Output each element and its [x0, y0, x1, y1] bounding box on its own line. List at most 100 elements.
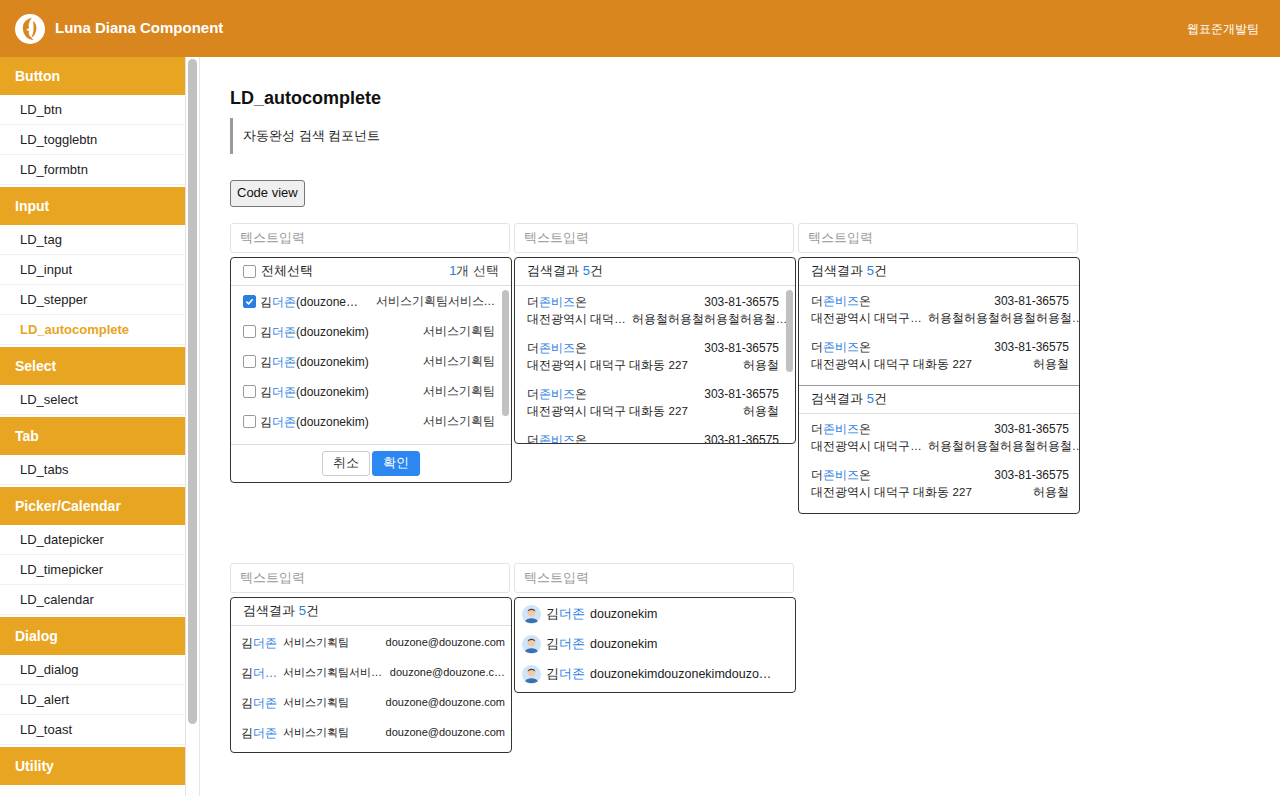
company-item[interactable]: 더존비즈온303-81-36575대전광역시 대덕구 대화동 227허용철: [527, 386, 779, 432]
text-segment: 검색결과: [811, 261, 867, 281]
text-segment: 1: [449, 263, 456, 278]
team-label: 웹표준개발팀: [1187, 20, 1259, 38]
search-input[interactable]: [798, 223, 1078, 253]
scrollbar[interactable]: [783, 286, 795, 443]
company-owner: 허용철: [737, 403, 779, 420]
sidebar-group-header[interactable]: Picker/Calendar: [0, 487, 185, 525]
text-segment: 온: [575, 433, 587, 443]
checkbox[interactable]: [243, 295, 256, 308]
company-line: 더존비즈온303-81-36575: [811, 293, 1069, 310]
company-item[interactable]: 더존비즈온303-81-36575대전광역시 대덕구 대화동 227허용철: [811, 467, 1069, 513]
member-email: douzone@douzone.com: [380, 634, 505, 651]
result-group: 검색결과 5건더존비즈온303-81-36575대전광역시 대덕구…허용철허용철…: [799, 385, 1079, 513]
autocomplete-demo: 김더존douzonekim김더존douzonekim김더존douzonekimd…: [514, 563, 796, 693]
cancel-button[interactable]: 취소: [322, 451, 370, 476]
search-input[interactable]: [230, 563, 510, 593]
text-segment: 더존: [559, 607, 585, 621]
company-line: 대전광역시 대덕…허용철허용철허용철허용철…: [527, 311, 779, 328]
result-row[interactable]: 김더존(douzonekim)서비스기획팀: [243, 317, 495, 347]
sidebar-item[interactable]: LD_calendar: [0, 585, 185, 615]
checkbox[interactable]: [243, 385, 256, 398]
text-segment: 건: [874, 389, 887, 409]
text-segment: 김: [260, 295, 272, 309]
sidebar-item[interactable]: LD_tabs: [0, 455, 185, 485]
sidebar-item[interactable]: LD_tag: [0, 225, 185, 255]
sidebar-item[interactable]: LD_timepicker: [0, 555, 185, 585]
member-row[interactable]: 김더존douzonekim: [515, 630, 795, 660]
sidebar-item[interactable]: LD_toast: [0, 715, 185, 745]
sidebar-group-header[interactable]: Select: [0, 347, 185, 385]
text-segment: 더존: [272, 415, 296, 429]
select-all-label[interactable]: 전체선택: [261, 261, 313, 281]
company-line: 대전광역시 대덕구…허용철허용철허용철허용철…: [811, 438, 1069, 455]
member-id: douzonekim: [590, 605, 657, 624]
company-item[interactable]: 더존비즈온303-81-36575대전광역시 대덕구 대화동 227허용철: [527, 340, 779, 386]
sidebar-group-header[interactable]: Button: [0, 57, 185, 95]
scrollbar-thumb[interactable]: [786, 290, 793, 372]
member-row[interactable]: 김더존서비스기획팀douzone@douzone.com: [231, 688, 511, 718]
company-item[interactable]: 더존비즈온303-81-36575: [527, 432, 779, 443]
member-name: 김더존(douzonekim): [260, 383, 369, 401]
sidebar-item[interactable]: LD_alert: [0, 685, 185, 715]
company-item[interactable]: 더존비즈온303-81-36575대전광역시 대덕구 대화동 227허용철: [811, 339, 1069, 385]
sidebar-item[interactable]: LD_stepper: [0, 285, 185, 315]
company-item[interactable]: 더존비즈온303-81-36575대전광역시 대덕구…허용철허용철허용철허용철…: [811, 293, 1069, 339]
company-item[interactable]: 더존비즈온303-81-36575대전광역시 대덕구…허용철허용철허용철허용철…: [811, 421, 1069, 467]
member-row[interactable]: 김더존서비스기획팀douzone@douzone.com: [231, 628, 511, 658]
check-icon: [245, 297, 254, 306]
list-body: 더존비즈온303-81-36575대전광역시 대덕…허용철허용철허용철허용철…더…: [515, 286, 795, 443]
text-segment: 존비즈: [539, 387, 575, 401]
checkbox[interactable]: [243, 325, 256, 338]
text-segment: (douzonekim): [296, 355, 369, 369]
search-input[interactable]: [514, 223, 794, 253]
sidebar-group-header[interactable]: Dialog: [0, 617, 185, 655]
sidebar-item[interactable]: LD_input: [0, 255, 185, 285]
sidebar-item[interactable]: LD_select: [0, 385, 185, 415]
result-row[interactable]: 김더존(douzonekim)서비스기획팀: [243, 407, 495, 437]
sidebar-item[interactable]: LD_datepicker: [0, 525, 185, 555]
search-input[interactable]: [514, 563, 794, 593]
company-line: 더존비즈온303-81-36575: [527, 386, 779, 403]
sidebar-item[interactable]: LD_dialog: [0, 655, 185, 685]
text-segment: 존비즈: [823, 294, 859, 308]
scrollbar-thumb[interactable]: [188, 59, 197, 724]
sidebar-group: TabLD_tabs: [0, 417, 185, 485]
text-segment: 더: [527, 341, 539, 355]
text-segment: 더존: [272, 385, 296, 399]
member-row[interactable]: 김더존서비스기획팀douzone@douzone.com: [231, 718, 511, 748]
selected-count: 1개 선택: [449, 261, 499, 281]
text-segment: 더존: [559, 667, 585, 681]
scrollbar-thumb[interactable]: [502, 290, 509, 416]
sidebar-item[interactable]: LD_togglebtn: [0, 125, 185, 155]
sidebar-item[interactable]: LD_btn: [0, 95, 185, 125]
company-item[interactable]: 더존비즈온303-81-36575대전광역시 대덕…허용철허용철허용철허용철…: [527, 294, 779, 340]
description: 자동완성 검색 컴포넌트: [230, 118, 1280, 154]
member-row[interactable]: 김더…서비스기획팀서비…douzone@douzone.c…: [231, 658, 511, 688]
code-view-button[interactable]: Code view: [230, 180, 305, 207]
company-owner: 허용철: [737, 357, 779, 374]
member-row[interactable]: 김더존douzonekim: [515, 600, 795, 630]
result-row[interactable]: 김더존(douzonekim)서비스기획팀: [243, 347, 495, 377]
result-group: 검색결과 5건더존비즈온303-81-36575대전광역시 대덕구…허용철허용철…: [799, 258, 1079, 385]
company-owner: 허용철허용철허용철허용철…: [922, 310, 1080, 327]
checkbox[interactable]: [243, 265, 256, 278]
search-input[interactable]: [230, 223, 510, 253]
text-segment: 존비즈: [823, 340, 859, 354]
member-dept: 서비스기획팀서비스…: [370, 293, 496, 310]
member-dept: 서비스기획팀: [417, 353, 495, 370]
sidebar-item[interactable]: LD_formbtn: [0, 155, 185, 185]
checkbox[interactable]: [243, 355, 256, 368]
scrollbar[interactable]: [499, 286, 511, 444]
member-email: douzone@douzone.c…: [384, 664, 505, 681]
member-row[interactable]: 김더존douzonekimdouzonekimdouzo…: [515, 660, 795, 690]
result-row[interactable]: 김더존(douzone…서비스기획팀서비스…: [243, 287, 495, 317]
confirm-button[interactable]: 확인: [372, 451, 420, 476]
checkbox[interactable]: [243, 415, 256, 428]
sidebar-scrollbar[interactable]: [186, 57, 200, 796]
member-dept: 서비스기획팀: [417, 413, 495, 430]
sidebar-group-header[interactable]: Tab: [0, 417, 185, 455]
sidebar-item[interactable]: LD_autocomplete: [0, 315, 185, 345]
sidebar-group-header[interactable]: Input: [0, 187, 185, 225]
result-row[interactable]: 김더존(douzonekim)서비스기획팀: [243, 377, 495, 407]
sidebar-group-header[interactable]: Utility: [0, 747, 185, 785]
